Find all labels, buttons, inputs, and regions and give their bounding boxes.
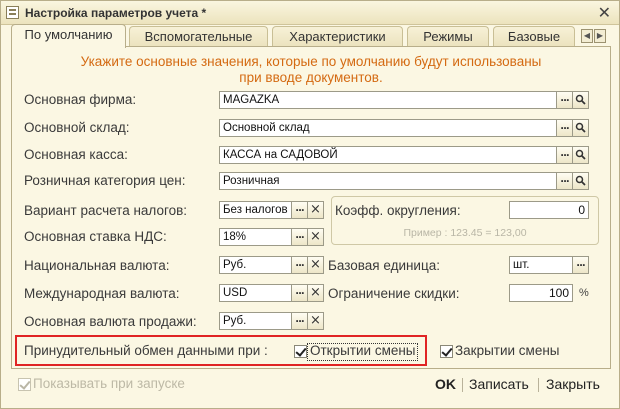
exchange-label: Принудительный обмен данными при : xyxy=(24,343,268,358)
button-separator xyxy=(462,378,463,392)
main-company-open-button[interactable] xyxy=(572,91,589,109)
price-category-field[interactable]: Розничная xyxy=(219,172,557,190)
save-button[interactable]: Записать xyxy=(469,376,529,392)
main-company-label: Основная фирма: xyxy=(24,92,137,107)
main-cash-select-button[interactable]: ... xyxy=(556,146,573,164)
show-on-start-label[interactable]: Показывать при запуске xyxy=(33,376,185,391)
sales-currency-field[interactable]: Руб. xyxy=(219,312,292,330)
title-bar[interactable]: Настройка параметров учета * ✕ xyxy=(1,1,619,25)
vat-rate-clear-button[interactable]: × xyxy=(307,228,324,246)
magnifier-icon xyxy=(575,122,586,133)
tab-modes[interactable]: Режимы xyxy=(407,26,489,47)
rounding-coeff-label: Коэфф. округления: xyxy=(335,203,461,218)
tab-characteristics[interactable]: Характеристики xyxy=(272,26,403,47)
button-separator xyxy=(538,378,539,392)
main-cash-open-button[interactable] xyxy=(572,146,589,164)
international-currency-label: Международная валюта: xyxy=(24,286,180,301)
on-open-shift-checkbox[interactable] xyxy=(294,345,307,358)
sales-currency-label: Основная валюта продажи: xyxy=(24,314,197,329)
price-category-open-button[interactable] xyxy=(572,172,589,190)
vat-rate-select-button[interactable]: ... xyxy=(291,228,308,246)
discount-limit-label: Ограничение скидки: xyxy=(328,286,460,301)
main-company-field[interactable]: MAGAZKA xyxy=(219,91,557,109)
magnifier-icon xyxy=(575,94,586,105)
rounding-coeff-field[interactable]: 0 xyxy=(509,201,589,219)
base-unit-label: Базовая единица: xyxy=(328,258,440,273)
close-window-icon[interactable]: ✕ xyxy=(598,3,611,22)
tab-base[interactable]: Базовые xyxy=(493,26,575,47)
international-currency-field[interactable]: USD xyxy=(219,284,292,302)
main-warehouse-open-button[interactable] xyxy=(572,119,589,137)
tax-variant-select-button[interactable]: ... xyxy=(291,201,308,219)
sales-currency-clear-button[interactable]: × xyxy=(307,312,324,330)
form-icon xyxy=(6,6,19,19)
tax-variant-field[interactable]: Без налогов xyxy=(219,201,292,219)
national-currency-label: Национальная валюта: xyxy=(24,258,170,273)
base-unit-select-button[interactable]: ... xyxy=(572,256,589,274)
main-cash-label: Основная касса: xyxy=(24,147,128,162)
tab-bar: По умолчанию Вспомогательные Характерист… xyxy=(11,24,611,48)
vat-rate-label: Основная ставка НДС: xyxy=(24,229,167,244)
main-warehouse-select-button[interactable]: ... xyxy=(556,119,573,137)
main-warehouse-label: Основной склад: xyxy=(24,120,130,135)
international-currency-clear-button[interactable]: × xyxy=(307,284,324,302)
sales-currency-select-button[interactable]: ... xyxy=(291,312,308,330)
discount-limit-field[interactable]: 100 xyxy=(509,284,573,302)
on-close-shift-checkbox[interactable] xyxy=(440,345,453,358)
tab-scroll-right-icon[interactable]: ▶ xyxy=(594,29,606,43)
percent-sign: % xyxy=(579,287,589,299)
tab-auxiliary[interactable]: Вспомогательные xyxy=(129,26,268,47)
rounding-example: Пример : 123.45 = 123,00 xyxy=(403,227,527,239)
international-currency-select-button[interactable]: ... xyxy=(291,284,308,302)
price-category-select-button[interactable]: ... xyxy=(556,172,573,190)
main-cash-field[interactable]: КАССА на САДОВОЙ xyxy=(219,146,557,164)
tab-scroll-left-icon[interactable]: ◀ xyxy=(581,29,593,43)
settings-window: Настройка параметров учета * ✕ По умолча… xyxy=(0,0,620,409)
hint-line-2: при вводе документов. xyxy=(239,70,383,85)
close-button[interactable]: Закрыть xyxy=(546,376,600,392)
window-title: Настройка параметров учета * xyxy=(25,6,207,20)
show-on-start-checkbox[interactable] xyxy=(18,378,31,391)
national-currency-select-button[interactable]: ... xyxy=(291,256,308,274)
national-currency-clear-button[interactable]: × xyxy=(307,256,324,274)
national-currency-field[interactable]: Руб. xyxy=(219,256,292,274)
base-unit-field[interactable]: шт. xyxy=(509,256,573,274)
tab-defaults[interactable]: По умолчанию xyxy=(11,24,126,48)
ok-button[interactable]: OK xyxy=(435,376,456,392)
magnifier-icon xyxy=(575,149,586,160)
on-close-shift-label[interactable]: Закрытии смены xyxy=(455,343,560,358)
main-company-select-button[interactable]: ... xyxy=(556,91,573,109)
magnifier-icon xyxy=(575,175,586,186)
vat-rate-field[interactable]: 18% xyxy=(219,228,292,246)
tax-variant-clear-button[interactable]: × xyxy=(307,201,324,219)
hint-line-1: Укажите основные значения, которые по ум… xyxy=(80,54,542,69)
price-category-label: Розничная категория цен: xyxy=(24,173,186,188)
main-warehouse-field[interactable]: Основной склад xyxy=(219,119,557,137)
on-open-shift-label[interactable]: Открытии смены xyxy=(310,343,416,358)
hint-text: Укажите основные значения, которые по ум… xyxy=(61,54,561,86)
tax-variant-label: Вариант расчета налогов: xyxy=(24,203,188,218)
